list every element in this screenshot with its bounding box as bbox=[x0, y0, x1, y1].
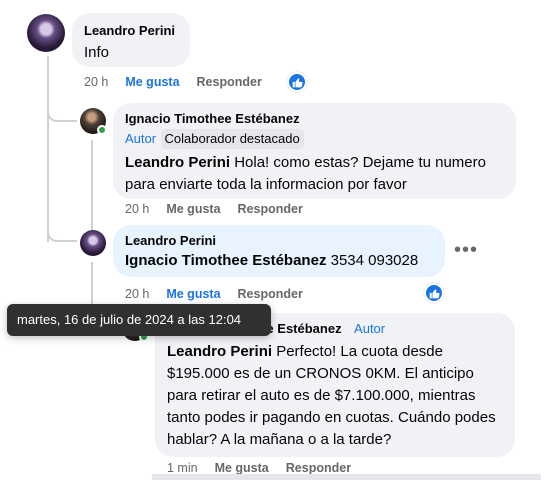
comment-text: Info bbox=[84, 44, 110, 61]
reply-button[interactable]: Responder bbox=[238, 202, 303, 216]
thread-line-main bbox=[47, 56, 49, 242]
avatar-leandro-perini[interactable] bbox=[27, 14, 65, 52]
author-badge: Autor bbox=[354, 321, 386, 336]
comment-actions: 20 h Me gusta Responder bbox=[125, 202, 320, 216]
comment-time[interactable]: 20 h bbox=[125, 202, 149, 216]
reply-button[interactable]: Responder bbox=[238, 287, 303, 301]
vertical-scrollbar[interactable] bbox=[541, 0, 548, 480]
top-contributor-badge[interactable]: Colaborador destacado bbox=[160, 129, 304, 149]
comment-bubble: Ignacio Timothee Estébanez Autor Colabor… bbox=[113, 103, 516, 199]
mention-link[interactable]: Leandro Perini bbox=[167, 343, 272, 360]
reply-button[interactable]: Responder bbox=[197, 75, 262, 89]
thread-line-branch-2 bbox=[47, 222, 77, 242]
like-reaction-icon[interactable] bbox=[287, 72, 307, 92]
comment-body: 3534 093028 bbox=[326, 252, 419, 269]
like-reaction-icon[interactable] bbox=[424, 283, 444, 303]
comment-actions: 20 h Me gusta Responder bbox=[84, 75, 279, 89]
thread-line-sub bbox=[91, 140, 93, 230]
mention-link[interactable]: Ignacio Timothee Estébanez bbox=[125, 252, 326, 269]
comment-author[interactable]: Leandro Perini bbox=[125, 233, 433, 249]
horizontal-scrollbar[interactable] bbox=[152, 474, 541, 480]
online-status-dot bbox=[97, 125, 107, 135]
comment-bubble: Leandro Perini Info bbox=[72, 13, 190, 67]
thread-line-branch-1 bbox=[47, 104, 77, 122]
mention-link[interactable]: Leandro Perini bbox=[125, 154, 230, 171]
like-button[interactable]: Me gusta bbox=[166, 202, 220, 216]
comment-time[interactable]: 1 min bbox=[167, 461, 198, 475]
comment-text: Leandro Perini Perfecto! La cuota desde … bbox=[167, 341, 503, 451]
reply-button[interactable]: Responder bbox=[286, 461, 351, 475]
comment-author[interactable]: Ignacio Timothee Estébanez bbox=[125, 111, 504, 127]
comment-actions: 20 h Me gusta Responder bbox=[125, 287, 320, 301]
author-badges: Autor Colaborador destacado bbox=[125, 129, 504, 149]
avatar-leandro-perini[interactable] bbox=[80, 230, 106, 256]
timestamp-tooltip: martes, 16 de julio de 2024 a las 12:04 bbox=[7, 304, 271, 336]
comment-text: Ignacio Timothee Estébanez 3534 093028 bbox=[125, 250, 433, 272]
more-options-icon[interactable]: ••• bbox=[452, 236, 480, 264]
comment-time[interactable]: 20 h bbox=[125, 287, 149, 301]
comment-actions: 1 min Me gusta Responder bbox=[167, 461, 368, 475]
comment-text: Leandro Perini Hola! como estas? Dejame … bbox=[125, 152, 504, 196]
comment-bubble-highlighted: Leandro Perini Ignacio Timothee Estébane… bbox=[113, 225, 445, 277]
comment-author[interactable]: Leandro Perini bbox=[84, 23, 178, 39]
like-button[interactable]: Me gusta bbox=[166, 287, 220, 301]
comment-time[interactable]: 20 h bbox=[84, 75, 108, 89]
like-button[interactable]: Me gusta bbox=[215, 461, 269, 475]
like-button[interactable]: Me gusta bbox=[125, 75, 179, 89]
author-badge: Autor bbox=[125, 131, 157, 146]
